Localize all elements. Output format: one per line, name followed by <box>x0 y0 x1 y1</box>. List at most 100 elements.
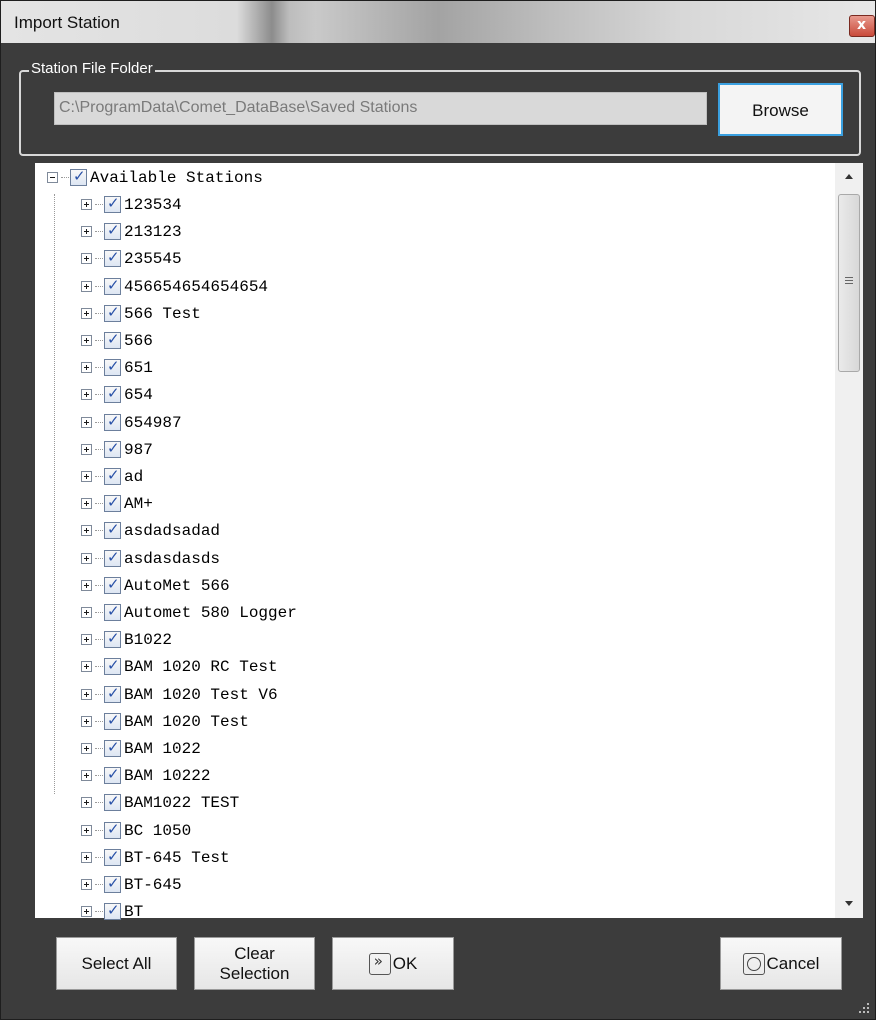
tree-item[interactable]: 123534 <box>81 191 182 218</box>
expand-icon[interactable] <box>81 879 92 890</box>
resize-grip-icon[interactable] <box>857 1001 871 1015</box>
expand-icon[interactable] <box>81 308 92 319</box>
expand-icon[interactable] <box>81 498 92 509</box>
tree-item[interactable]: 654 <box>81 381 153 408</box>
tree-item[interactable]: 213123 <box>81 218 182 245</box>
checkbox-checked-icon[interactable] <box>104 384 121 403</box>
scroll-up-icon[interactable] <box>835 163 863 191</box>
tree-connector <box>95 503 103 504</box>
tree-item[interactable]: AM+ <box>81 490 153 517</box>
tree-item[interactable]: BT <box>81 898 143 925</box>
checkbox-checked-icon[interactable] <box>104 548 121 567</box>
checkbox-checked-icon[interactable] <box>104 901 121 920</box>
checkbox-checked-icon[interactable] <box>104 792 121 811</box>
expand-icon[interactable] <box>81 553 92 564</box>
tree-item[interactable]: BC 1050 <box>81 817 191 844</box>
tree-item[interactable]: BAM 1020 Test <box>81 708 249 735</box>
expand-icon[interactable] <box>81 444 92 455</box>
scroll-down-icon[interactable] <box>835 890 863 918</box>
expand-icon[interactable] <box>81 389 92 400</box>
tree-item[interactable]: 987 <box>81 436 153 463</box>
clear-selection-button[interactable]: Clear Selection <box>194 937 315 990</box>
expand-icon[interactable] <box>81 253 92 264</box>
tree-item[interactable]: BAM 10222 <box>81 762 210 789</box>
expand-icon[interactable] <box>81 199 92 210</box>
folder-path-field[interactable]: C:\ProgramData\Comet_DataBase\Saved Stat… <box>54 92 707 125</box>
expand-icon[interactable] <box>81 689 92 700</box>
tree-item[interactable]: BAM 1020 RC Test <box>81 653 278 680</box>
checkbox-checked-icon[interactable] <box>104 439 121 458</box>
expand-icon[interactable] <box>81 281 92 292</box>
expand-icon[interactable] <box>81 770 92 781</box>
cancel-button[interactable]: Cancel <box>720 937 842 990</box>
checkbox-checked-icon[interactable] <box>104 847 121 866</box>
checkbox-checked-icon[interactable] <box>70 167 87 186</box>
tree-item[interactable]: ad <box>81 463 143 490</box>
checkbox-checked-icon[interactable] <box>104 520 121 539</box>
tree-item[interactable]: 566 <box>81 327 153 354</box>
tree-item[interactable]: 456654654654654 <box>81 273 268 300</box>
tree-item[interactable]: 654987 <box>81 409 182 436</box>
collapse-icon[interactable] <box>47 172 58 183</box>
checkbox-checked-icon[interactable] <box>104 276 121 295</box>
checkbox-checked-icon[interactable] <box>104 412 121 431</box>
checkbox-checked-icon[interactable] <box>104 602 121 621</box>
checkbox-checked-icon[interactable] <box>104 357 121 376</box>
expand-icon[interactable] <box>81 716 92 727</box>
tree-item[interactable]: BT-645 <box>81 871 182 898</box>
expand-icon[interactable] <box>81 525 92 536</box>
expand-icon[interactable] <box>81 580 92 591</box>
checkbox-checked-icon[interactable] <box>104 629 121 648</box>
checkbox-checked-icon[interactable] <box>104 656 121 675</box>
checkbox-checked-icon[interactable] <box>104 466 121 485</box>
tree-item[interactable]: B1022 <box>81 626 172 653</box>
checkbox-checked-icon[interactable] <box>104 765 121 784</box>
tree-item[interactable]: Automet 580 Logger <box>81 599 297 626</box>
clear-label-line1: Clear <box>234 943 275 963</box>
expand-icon[interactable] <box>81 226 92 237</box>
tree-item[interactable]: BT-645 Test <box>81 844 230 871</box>
checkbox-checked-icon[interactable] <box>104 330 121 349</box>
checkbox-checked-icon[interactable] <box>104 738 121 757</box>
tree-item[interactable]: asdasdasds <box>81 545 220 572</box>
checkbox-checked-icon[interactable] <box>104 493 121 512</box>
checkbox-checked-icon[interactable] <box>104 711 121 730</box>
tree-item[interactable]: BAM1022 TEST <box>81 789 239 816</box>
select-all-button[interactable]: Select All <box>56 937 177 990</box>
expand-icon[interactable] <box>81 825 92 836</box>
checkbox-checked-icon[interactable] <box>104 575 121 594</box>
tree-item[interactable]: BAM 1020 Test V6 <box>81 681 278 708</box>
tree-item[interactable]: 235545 <box>81 245 182 272</box>
expand-icon[interactable] <box>81 743 92 754</box>
tree-connector <box>95 258 103 259</box>
tree-scrollbar[interactable] <box>835 163 863 918</box>
checkbox-checked-icon[interactable] <box>104 303 121 322</box>
checkbox-checked-icon[interactable] <box>104 221 121 240</box>
title-bar[interactable]: Import Station x <box>1 1 875 43</box>
close-button[interactable]: x <box>849 15 875 37</box>
tree-item[interactable]: 566 Test <box>81 300 201 327</box>
tree-item[interactable]: 651 <box>81 354 153 381</box>
expand-icon[interactable] <box>81 661 92 672</box>
tree-item[interactable]: AutoMet 566 <box>81 572 230 599</box>
expand-icon[interactable] <box>81 471 92 482</box>
checkbox-checked-icon[interactable] <box>104 820 121 839</box>
expand-icon[interactable] <box>81 417 92 428</box>
scroll-thumb[interactable] <box>838 194 860 372</box>
expand-icon[interactable] <box>81 797 92 808</box>
browse-button[interactable]: Browse <box>718 83 843 136</box>
checkbox-checked-icon[interactable] <box>104 874 121 893</box>
expand-icon[interactable] <box>81 607 92 618</box>
checkbox-checked-icon[interactable] <box>104 248 121 267</box>
tree-item[interactable]: BAM 1022 <box>81 735 201 762</box>
tree-item[interactable]: asdadsadad <box>81 517 220 544</box>
expand-icon[interactable] <box>81 852 92 863</box>
tree-root[interactable]: Available Stations <box>47 164 263 191</box>
checkbox-checked-icon[interactable] <box>104 194 121 213</box>
expand-icon[interactable] <box>81 362 92 373</box>
ok-button[interactable]: OK <box>332 937 454 990</box>
expand-icon[interactable] <box>81 906 92 917</box>
expand-icon[interactable] <box>81 634 92 645</box>
expand-icon[interactable] <box>81 335 92 346</box>
checkbox-checked-icon[interactable] <box>104 684 121 703</box>
